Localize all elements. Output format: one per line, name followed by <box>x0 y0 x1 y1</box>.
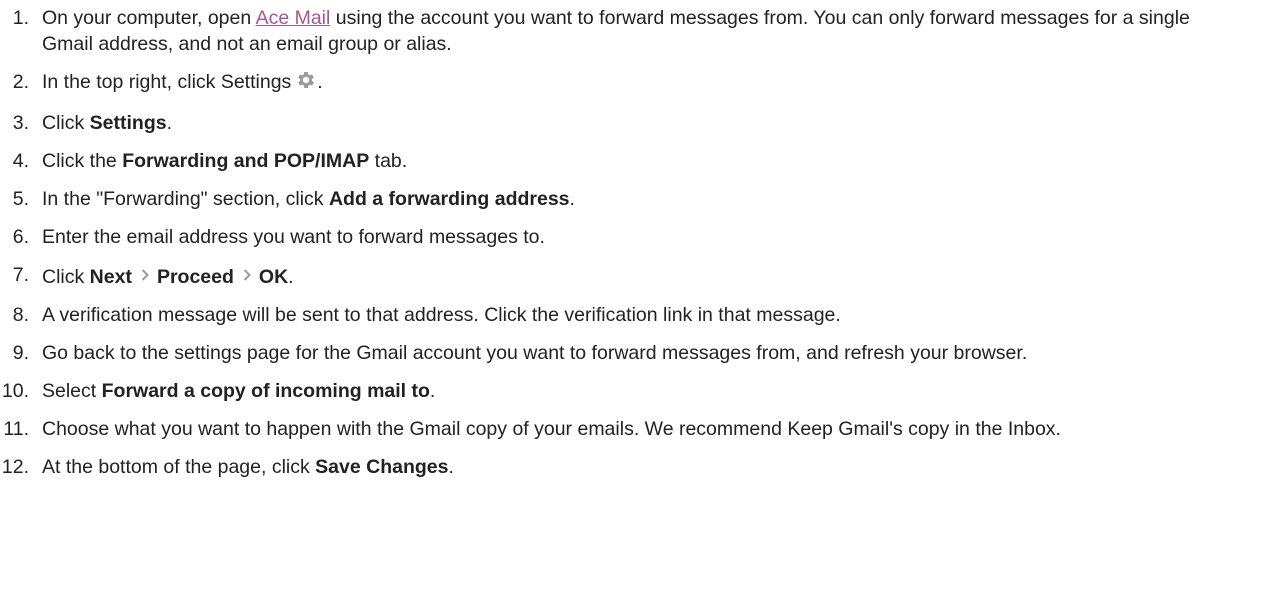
step-text-segment: . <box>429 380 436 402</box>
list-item: 9. Go back to the settings page for the … <box>0 340 1265 378</box>
step-text: In the top right, click Settings. <box>42 69 1232 98</box>
step-text: A verification message will be sent to t… <box>42 304 841 326</box>
step-number: 1. <box>12 7 29 29</box>
step-number: 5. <box>12 188 29 210</box>
step-number: 11. <box>3 418 29 440</box>
list-item: 8. A verification message will be sent t… <box>0 302 1265 340</box>
step-text-segment: Click <box>42 266 90 288</box>
step-number: 4. <box>12 150 29 172</box>
step-text-segment: At the bottom of the page, click <box>42 456 316 478</box>
settings-label: Settings <box>89 112 167 134</box>
step-text: Click Next Proceed OK. <box>42 262 1232 290</box>
step-number: 10. <box>1 380 29 402</box>
list-item: 5. In the "Forwarding" section, click Ad… <box>0 186 1265 224</box>
step-text-segment: In the top right, click Settings <box>42 71 292 93</box>
ok-label: OK <box>258 266 289 288</box>
gear-icon <box>295 69 317 98</box>
next-label: Next <box>89 266 132 288</box>
step-text-segment: . <box>166 112 173 134</box>
step-text: Select Forward a copy of incoming mail t… <box>42 378 1232 404</box>
instruction-list: 1. On your computer, open Ace Mail using… <box>0 0 1265 492</box>
step-number: 9. <box>12 342 29 364</box>
step-text: Click Settings. <box>42 110 1232 136</box>
list-item: 11. Choose what you want to happen with … <box>0 416 1265 454</box>
step-number: 6. <box>12 226 29 248</box>
step-text: Enter the email address you want to forw… <box>42 226 545 248</box>
step-text: In the "Forwarding" section, click Add a… <box>42 186 1232 212</box>
step-text-segment: Click the <box>42 150 123 172</box>
list-item: 2. In the top right, click Settings. <box>0 69 1265 110</box>
chevron-right-icon <box>141 262 149 288</box>
step-text-segment: . <box>448 456 454 478</box>
step-text-segment: Click <box>42 112 90 134</box>
ace-mail-link[interactable]: Ace Mail <box>256 7 331 29</box>
forwarding-tab-label: Forwarding and POP/IMAP <box>122 150 370 172</box>
step-text-segment: In the "Forwarding" section, click <box>42 188 329 210</box>
save-changes-label: Save Changes <box>315 456 449 478</box>
list-item: 4. Click the Forwarding and POP/IMAP tab… <box>0 148 1265 186</box>
step-text: Choose what you want to happen with the … <box>42 418 1061 440</box>
list-item: 12. At the bottom of the page, click Sav… <box>0 454 1265 492</box>
step-text-segment: . <box>317 71 323 93</box>
step-text: Click the Forwarding and POP/IMAP tab. <box>42 148 1232 174</box>
chevron-right-icon <box>243 262 251 288</box>
add-forwarding-address-label: Add a forwarding address <box>328 188 570 210</box>
list-item: 6. Enter the email address you want to f… <box>0 224 1265 262</box>
step-text-segment: . <box>288 266 294 288</box>
step-number: 12. <box>1 456 29 478</box>
step-text-segment: On your computer, open <box>42 7 256 29</box>
step-text-segment: . <box>569 188 575 210</box>
step-text-segment: Select <box>42 380 102 402</box>
list-item: 10. Select Forward a copy of incoming ma… <box>0 378 1265 416</box>
list-item: 3. Click Settings. <box>0 110 1265 148</box>
step-text: At the bottom of the page, click Save Ch… <box>42 454 1232 480</box>
forward-copy-label: Forward a copy of incoming mail to <box>101 380 430 402</box>
step-text: Go back to the settings page for the Gma… <box>42 342 1028 364</box>
step-text-segment: tab. <box>369 150 408 172</box>
step-text: On your computer, open Ace Mail using th… <box>42 5 1232 57</box>
proceed-label: Proceed <box>156 266 234 288</box>
list-item: 7. Click Next Proceed OK. <box>0 262 1265 302</box>
step-number: 2. <box>12 71 29 93</box>
step-number: 8. <box>12 304 29 326</box>
list-item: 1. On your computer, open Ace Mail using… <box>0 5 1265 69</box>
step-number: 3. <box>12 112 29 134</box>
step-number: 7. <box>12 264 29 286</box>
